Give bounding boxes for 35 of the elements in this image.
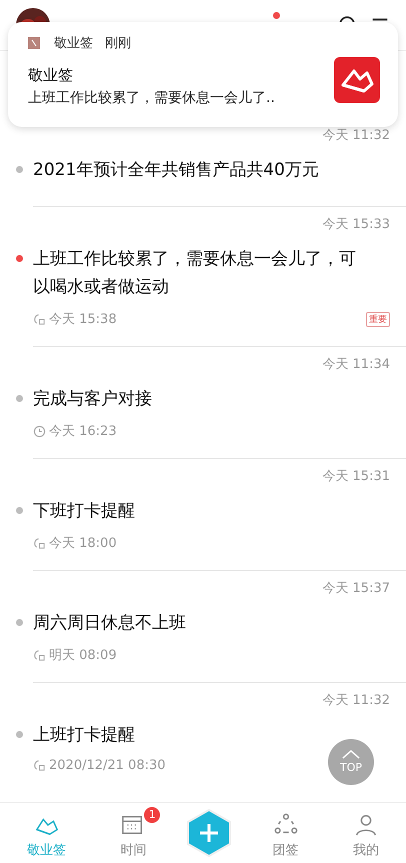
note-time: 今天 11:32 <box>322 692 390 709</box>
app-name: 敬业签 <box>54 35 93 52</box>
reminder-time: 明天 08:09 <box>49 647 117 664</box>
note-title[interactable]: 完成与客户对接 <box>33 385 390 413</box>
clock-icon <box>33 424 46 438</box>
note-time: 今天 11:32 <box>322 127 390 144</box>
note-title[interactable]: 上班工作比较累了，需要休息一会儿了，可以喝水或者做运动 <box>33 245 390 301</box>
note-time: 今天 11:34 <box>322 356 390 373</box>
app-icon <box>28 37 40 49</box>
add-button[interactable] <box>186 808 232 858</box>
notification-card[interactable]: 敬业签 刚刚 敬业签 上班工作比较累了，需要休息一会儿了.. <box>8 22 398 127</box>
notification-title: 敬业签 <box>28 66 74 85</box>
reminder-time: 今天 15:38 <box>49 311 117 328</box>
important-tag: 重要 <box>366 312 390 326</box>
repeat-reminder-icon <box>33 312 46 326</box>
repeat-reminder-icon <box>33 759 46 772</box>
note-time: 今天 15:31 <box>322 468 390 485</box>
nav-tab[interactable]: 我的 <box>338 807 393 859</box>
note-time: 今天 15:33 <box>322 216 390 233</box>
count-badge: 1 <box>144 807 160 823</box>
notification-message: 上班工作比较累了，需要休息一会儿了.. <box>28 89 275 107</box>
note-title[interactable]: 周六周日休息不上班 <box>33 609 390 637</box>
app-logo-icon <box>334 56 380 102</box>
reminder-time: 2020/12/21 08:30 <box>49 758 166 773</box>
note-time: 今天 15:37 <box>322 580 390 597</box>
note-title[interactable]: 下班打卡提醒 <box>33 497 390 525</box>
nav-tab[interactable]: 时间 1 <box>106 807 160 859</box>
reminder-time: 今天 18:00 <box>49 535 117 552</box>
chevron-up-icon <box>342 750 360 759</box>
reminder-time: 今天 16:23 <box>49 423 117 440</box>
notification-time: 刚刚 <box>105 35 131 52</box>
nav-tab[interactable]: 团签 <box>258 807 313 859</box>
note-title[interactable]: 2021年预计全年共销售产品共40万元 <box>33 156 390 184</box>
repeat-reminder-icon <box>33 536 46 550</box>
repeat-reminder-icon <box>33 648 46 662</box>
